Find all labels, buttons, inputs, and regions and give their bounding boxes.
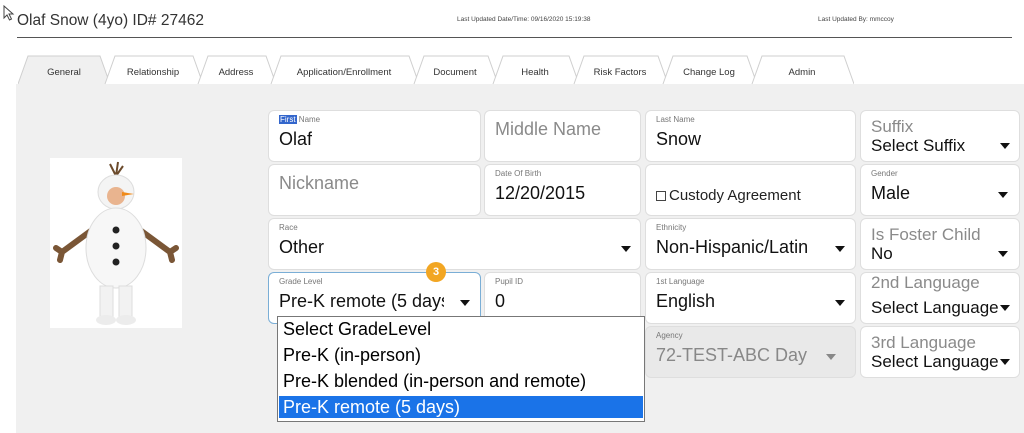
last-name-label: Last Name	[656, 115, 695, 124]
dob-value: 12/20/2015	[495, 183, 586, 203]
ethnicity-label: Ethnicity	[656, 223, 687, 232]
chevron-down-icon	[1000, 143, 1010, 149]
first-name-value: Olaf	[279, 129, 313, 149]
tab-address[interactable]: Address	[196, 55, 276, 85]
grade-option-select-gradelevel[interactable]: Select GradeLevel	[279, 318, 643, 340]
agency-select: Agency 72-TEST-ABC Day	[645, 326, 856, 378]
third-language-select[interactable]: 3rd Language Select Language	[860, 326, 1020, 378]
tab-admin[interactable]: Admin	[750, 55, 854, 85]
first-language-select[interactable]: 1st Language English	[645, 272, 856, 324]
second-language-value: Select Language	[871, 298, 999, 317]
grade-option-pre-k-in-person[interactable]: Pre-K (in-person)	[279, 344, 643, 366]
custody-agreement-option[interactable]: Custody Agreement	[656, 187, 801, 204]
foster-label: Is Foster Child	[871, 225, 981, 244]
nickname-placeholder: Nickname	[279, 173, 360, 193]
last-name-field[interactable]: Last Name Snow	[645, 110, 856, 162]
dob-label: Date Of Birth	[495, 169, 542, 178]
grade-level-dropdown-list: Select GradeLevel Pre-K (in-person) Pre-…	[277, 316, 645, 422]
header-divider	[17, 37, 1012, 38]
agency-label: Agency	[656, 331, 683, 340]
first-language-value: English	[656, 291, 716, 311]
chevron-down-icon	[998, 251, 1008, 257]
chevron-down-icon	[1000, 305, 1010, 311]
gender-label: Gender	[871, 169, 898, 178]
custody-agreement-label: Custody Agreement	[669, 187, 801, 204]
tab-risk-factors[interactable]: Risk Factors	[572, 55, 668, 85]
suffix-select[interactable]: Suffix Select Suffix	[860, 110, 1020, 162]
grade-level-value: Pre-K remote (5 days)	[279, 291, 444, 311]
suffix-label: Suffix	[871, 117, 914, 136]
step-badge: 3	[426, 262, 446, 282]
race-value: Other	[279, 237, 325, 257]
chevron-down-icon	[826, 354, 836, 360]
chevron-down-icon	[998, 192, 1008, 198]
nickname-field[interactable]: Nickname	[268, 164, 481, 216]
middle-name-placeholder: Middle Name	[495, 119, 602, 139]
second-language-select[interactable]: 2nd Language Select Language	[860, 272, 1020, 324]
mouse-pointer-icon	[3, 5, 15, 21]
gender-value: Male	[871, 183, 911, 203]
date-of-birth-field[interactable]: Date Of Birth 12/20/2015	[484, 164, 641, 216]
tab-health[interactable]: Health	[491, 55, 579, 85]
race-select[interactable]: Race Other	[268, 218, 641, 270]
foster-child-select[interactable]: Is Foster Child No	[860, 218, 1020, 270]
tab-relationship[interactable]: Relationship	[103, 55, 203, 85]
second-language-label: 2nd Language	[871, 273, 980, 292]
third-language-label: 3rd Language	[871, 333, 976, 352]
last-updated-text: Last Updated Date/Time: 09/16/2020 15:19…	[457, 16, 591, 23]
custody-agreement-field: Custody Agreement	[645, 164, 856, 216]
gender-select[interactable]: Gender Male	[860, 164, 1020, 216]
ethnicity-select[interactable]: Ethnicity Non-Hispanic/Latin	[645, 218, 856, 270]
last-updated-by-text: Last Updated By: mmccoy	[818, 16, 894, 23]
suffix-value: Select Suffix	[871, 136, 966, 155]
tab-change-log[interactable]: Change Log	[661, 55, 757, 85]
first-name-field[interactable]: First Name Olaf	[268, 110, 481, 162]
third-language-value: Select Language	[871, 352, 999, 371]
chevron-down-icon	[460, 300, 470, 306]
chevron-down-icon	[835, 300, 845, 306]
first-language-label: 1st Language	[656, 277, 705, 286]
first-name-label: First Name	[279, 115, 321, 124]
last-name-value: Snow	[656, 129, 702, 149]
page-title: Olaf Snow (4yo) ID# 27462	[17, 12, 204, 29]
tab-document[interactable]: Document	[412, 55, 498, 85]
tab-application-enrollment[interactable]: Application/Enrollment	[269, 55, 419, 85]
middle-name-field[interactable]: Middle Name	[484, 110, 641, 162]
foster-value: No	[871, 244, 893, 263]
pupil-id-label: Pupil ID	[495, 277, 524, 286]
child-photo	[50, 158, 182, 328]
race-label: Race	[279, 223, 298, 232]
chevron-down-icon	[621, 246, 631, 252]
pupil-id-value: 0	[495, 291, 506, 311]
chevron-down-icon	[835, 246, 845, 252]
agency-value: 72-TEST-ABC Day	[656, 345, 808, 365]
custody-checkbox[interactable]	[656, 190, 666, 201]
grade-level-label: Grade Level	[279, 277, 323, 286]
grade-option-pre-k-remote[interactable]: Pre-K remote (5 days)	[279, 396, 643, 418]
chevron-down-icon	[1000, 359, 1010, 365]
ethnicity-value: Non-Hispanic/Latin	[656, 237, 809, 257]
grade-option-pre-k-blended[interactable]: Pre-K blended (in-person and remote)	[279, 370, 643, 392]
tab-general[interactable]: General	[18, 55, 110, 85]
